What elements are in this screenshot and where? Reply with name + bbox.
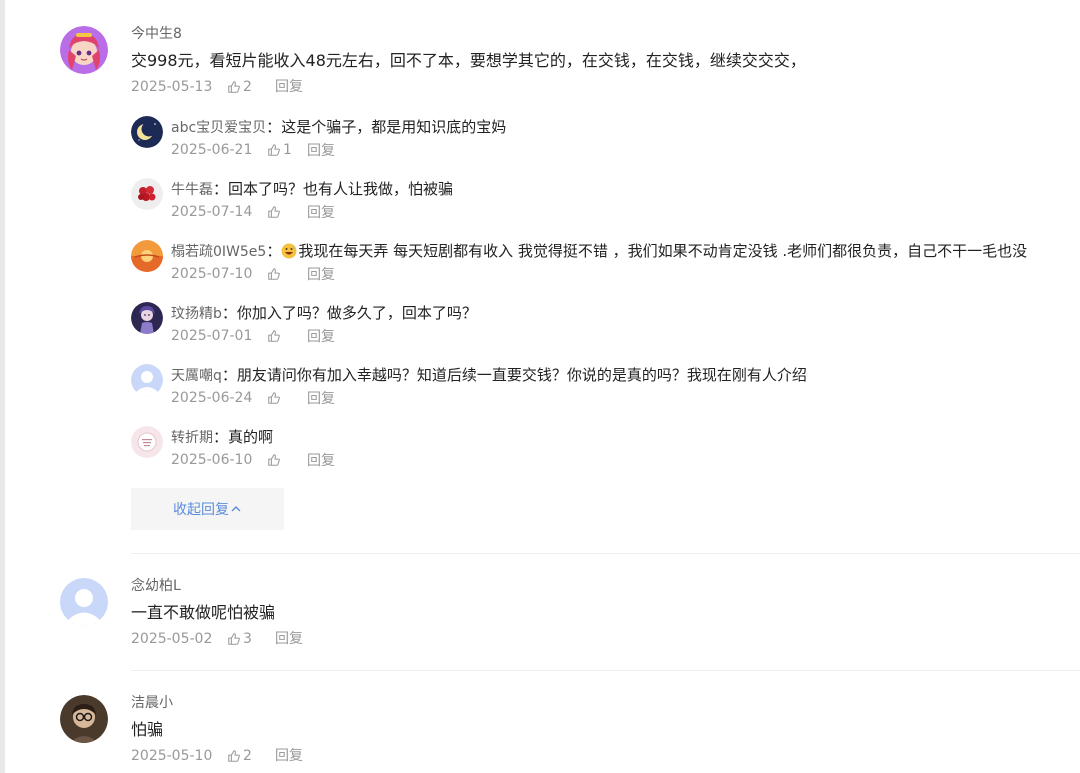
reply-line: abc宝贝爱宝贝：这是个骗子，都是用知识底的宝妈 (171, 116, 506, 139)
reply-meta: 2025-07-01 回复 (171, 326, 335, 346)
reply-button[interactable]: 回复 (275, 747, 303, 765)
reply-text: 你加入了吗？做多久了，回本了吗？ (236, 304, 477, 322)
comment-meta: 2025-05-13 2 回复 (131, 78, 1071, 96)
comment-date: 2025-05-02 (131, 631, 213, 647)
thumbs-up-icon (268, 268, 280, 280)
reply-date: 2025-06-24 (171, 390, 253, 406)
reply-username[interactable]: 天厲嘲q (171, 368, 222, 384)
like-count: 1 (283, 142, 292, 158)
reply-meta: 2025-07-14 回复 (171, 202, 335, 222)
reply-separator: ： (221, 366, 237, 384)
grinning-sweat-emoji (281, 243, 297, 259)
reply-button[interactable]: 回复 (275, 78, 303, 96)
sunset-avatar[interactable] (131, 240, 163, 272)
thumbs-up-icon (268, 206, 280, 218)
collapse-replies-label: 收起回复 (173, 502, 229, 518)
comment-divider (131, 670, 1080, 671)
reply-meta: 2025-06-21 1 回复 (171, 140, 335, 160)
reply-meta: 2025-07-10 回复 (171, 264, 335, 284)
reply-separator: ： (221, 304, 237, 322)
like-button[interactable]: 2 (227, 78, 275, 96)
like-button[interactable] (267, 453, 307, 467)
reply-meta: 2025-06-10 回复 (171, 450, 335, 470)
reply-text: 朋友请问你有加入幸越吗？知道后续一直要交钱？你说的是真的吗？我现在刚有人介绍 (236, 366, 807, 384)
reply-date: 2025-07-14 (171, 204, 253, 220)
window-left-border (0, 0, 5, 773)
comment-username[interactable]: 洁晨小 (131, 694, 1071, 712)
reply-button[interactable]: 回复 (307, 326, 335, 346)
photo-person-avatar[interactable] (60, 695, 108, 743)
reply-date: 2025-06-21 (171, 142, 253, 158)
thumbs-up-icon (228, 633, 240, 645)
thumbs-up-icon (228, 81, 240, 93)
reply-line: 牛牛磊：回本了吗？也有人让我做，怕被骗 (171, 178, 453, 201)
like-count: 3 (243, 631, 252, 647)
reply-separator: ： (213, 180, 229, 198)
like-button[interactable]: 3 (227, 630, 275, 648)
berries-avatar[interactable] (131, 178, 163, 210)
reply-button[interactable]: 回复 (307, 388, 335, 408)
reply-username[interactable]: 玟扬精b (171, 306, 222, 322)
reply-text: 这是个骗子，都是用知识底的宝妈 (281, 118, 507, 136)
like-count: 2 (243, 748, 252, 764)
reply-date: 2025-07-10 (171, 266, 253, 282)
thumbs-up-icon (268, 454, 280, 466)
reply-text: 真的啊 (228, 428, 274, 446)
reply-line: 天厲嘲q：朋友请问你有加入幸越吗？知道后续一直要交钱？你说的是真的吗？我现在刚有… (171, 364, 807, 387)
anime-girl-avatar[interactable] (60, 26, 108, 74)
reply-username[interactable]: abc宝贝爱宝贝 (171, 120, 266, 136)
reply-text: 回本了吗？也有人让我做，怕被骗 (228, 180, 454, 198)
comment-text: 交998元，看短片能收入48元左右，回不了本，要想学其它的，在交钱，在交钱，继续… (131, 51, 806, 70)
reply-button[interactable]: 回复 (307, 140, 335, 160)
reply-button[interactable]: 回复 (275, 630, 303, 648)
comment-text: 一直不敢做呢怕被骗 (131, 603, 276, 622)
moon-avatar[interactable] (131, 116, 163, 148)
reply-username[interactable]: 转折期 (171, 430, 213, 446)
reply-line: 转折期：真的啊 (171, 426, 273, 449)
thumbs-up-icon (268, 392, 280, 404)
reply-text: 我现在每天弄 每天短剧都有收入 我觉得挺不错 ，我们如果不动肯定没钱 .老师们都… (298, 242, 1028, 260)
like-button[interactable]: 2 (227, 747, 275, 765)
reply-line: 榻若疏0IW5e5： 我现在每天弄 每天短剧都有收入 我觉得挺不错 ，我们如果不动… (171, 240, 1027, 263)
reply-username[interactable]: 牛牛磊 (171, 182, 213, 198)
thumbs-up-icon (268, 330, 280, 342)
comment-divider (131, 553, 1080, 554)
comment-username[interactable]: 今中生8 (131, 25, 1071, 43)
reply-meta: 2025-06-24 回复 (171, 388, 335, 408)
reply-separator: ： (213, 428, 229, 446)
default-user-avatar[interactable] (131, 364, 163, 396)
reply-separator: ： (266, 242, 282, 260)
comment-meta: 2025-05-10 2 回复 (131, 747, 1071, 765)
chevron-up-icon (231, 506, 241, 512)
comment-username[interactable]: 念幼柏L (131, 577, 1071, 595)
reply-date: 2025-07-01 (171, 328, 253, 344)
reply-button[interactable]: 回复 (307, 264, 335, 284)
reply-line: 玟扬精b：你加入了吗？做多久了，回本了吗？ (171, 302, 477, 325)
like-button[interactable] (267, 205, 307, 219)
reply-button[interactable]: 回复 (307, 450, 335, 470)
comment-date: 2025-05-10 (131, 748, 213, 764)
thumbs-up-icon (268, 144, 280, 156)
anime-character-avatar[interactable] (131, 302, 163, 334)
comment-meta: 2025-05-02 3 回复 (131, 630, 1071, 648)
reply-username[interactable]: 榻若疏0IW5e5 (171, 244, 266, 260)
like-button[interactable] (267, 329, 307, 343)
collapse-replies-button[interactable]: 收起回复 (131, 488, 284, 530)
comment-text: 怕骗 (131, 720, 164, 739)
pink-badge-avatar[interactable] (131, 426, 163, 458)
reply-separator: ： (266, 118, 282, 136)
thumbs-up-icon (228, 750, 240, 762)
reply-button[interactable]: 回复 (307, 202, 335, 222)
reply-date: 2025-06-10 (171, 452, 253, 468)
comment-date: 2025-05-13 (131, 79, 213, 95)
like-button[interactable]: 1 (267, 142, 307, 158)
like-button[interactable] (267, 391, 307, 405)
like-count: 2 (243, 79, 252, 95)
like-button[interactable] (267, 267, 307, 281)
default-user-avatar[interactable] (60, 578, 108, 626)
